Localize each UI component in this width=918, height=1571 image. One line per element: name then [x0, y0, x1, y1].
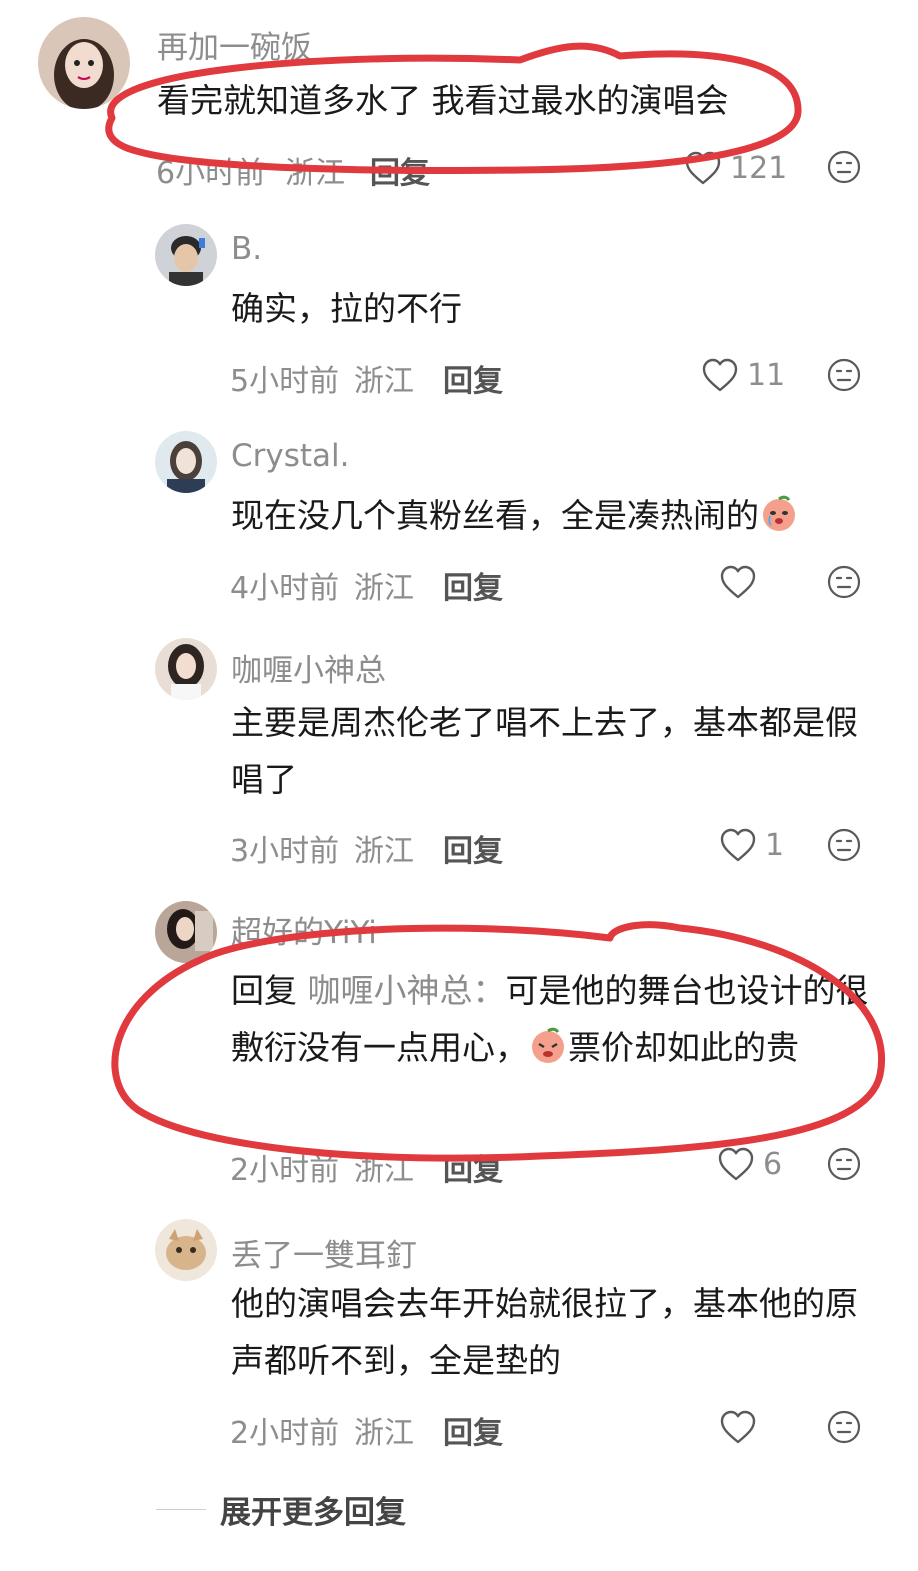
- username[interactable]: 再加一碗饭: [157, 22, 312, 67]
- dislike-button[interactable]: [827, 1410, 861, 1444]
- avatar[interactable]: [155, 431, 217, 493]
- reply-button[interactable]: 回复: [443, 563, 503, 607]
- comment-region: 浙江: [354, 1416, 414, 1451]
- crying-peach-emoji-icon: [532, 1027, 564, 1063]
- dislike-button[interactable]: [827, 150, 861, 184]
- comment-time: 4小时前: [230, 571, 340, 606]
- comment-text: 他的演唱会去年开始就很拉了，基本他的原声都听不到，全是垫的: [231, 1284, 858, 1380]
- frown-face-icon: [827, 565, 861, 599]
- expand-more-replies-button[interactable]: 展开更多回复: [220, 1487, 406, 1532]
- like-button[interactable]: 1: [719, 823, 784, 867]
- avatar[interactable]: [155, 638, 217, 700]
- like-button[interactable]: 11: [701, 353, 785, 397]
- heart-outline-icon: [702, 358, 738, 392]
- heart-outline-icon: [685, 151, 721, 185]
- heart-outline-icon: [718, 1147, 754, 1181]
- comment-time: 5小时前: [230, 364, 340, 399]
- avatar[interactable]: [155, 901, 217, 963]
- crying-peach-emoji-icon: [763, 495, 795, 531]
- frown-face-icon: [827, 1147, 861, 1181]
- username[interactable]: Crystal.: [231, 438, 350, 474]
- comment-text: 确实，拉的不行: [231, 289, 462, 328]
- comment-time: 2小时前: [230, 1416, 340, 1451]
- reply-button[interactable]: 回复: [443, 826, 503, 870]
- dislike-button[interactable]: [827, 565, 861, 599]
- reply-button[interactable]: 回复: [443, 356, 503, 400]
- avatar[interactable]: [155, 1219, 217, 1281]
- like-button[interactable]: 6: [717, 1142, 782, 1186]
- reply-button[interactable]: 回复: [443, 1145, 503, 1189]
- comment-region: 浙江: [354, 1153, 414, 1188]
- comment-region: 浙江: [285, 156, 345, 191]
- like-count: 6: [763, 1146, 783, 1182]
- comment-text-part2: 票价却如此的贵: [568, 1028, 799, 1067]
- comment-time: 6小时前: [156, 156, 266, 191]
- like-count: 11: [747, 357, 786, 393]
- mention-username[interactable]: 咖喱小神总: [308, 971, 473, 1010]
- username[interactable]: B.: [231, 231, 262, 267]
- comment-text: 主要是周杰伦老了唱不上去了，基本都是假唱了: [231, 703, 858, 799]
- comment-text: 回复 咖喱小神总：可是他的舞台也设计的很敷衍没有一点用心， 票价却如此的贵: [231, 962, 891, 1076]
- comment-region: 浙江: [354, 364, 414, 399]
- comment-text-content: 现在没几个真粉丝看，全是凑热闹的: [231, 496, 759, 535]
- avatar[interactable]: [155, 224, 217, 286]
- username[interactable]: 丢了一雙耳釘: [231, 1230, 417, 1275]
- comment-text: 现在没几个真粉丝看，全是凑热闹的: [231, 487, 799, 544]
- comment-time: 2小时前: [230, 1153, 340, 1188]
- dislike-button[interactable]: [827, 1147, 861, 1181]
- heart-outline-icon: [720, 828, 756, 862]
- like-button[interactable]: [719, 1405, 765, 1449]
- frown-face-icon: [827, 358, 861, 392]
- frown-face-icon: [827, 1410, 861, 1444]
- like-count: 121: [730, 150, 788, 186]
- reply-button[interactable]: 回复: [443, 1408, 503, 1452]
- mention-separator: ：: [472, 971, 506, 1010]
- comment-text: 看完就知道多水了 我看过最水的演唱会: [157, 81, 729, 120]
- like-count: 1: [765, 827, 785, 863]
- dislike-button[interactable]: [827, 358, 861, 392]
- username[interactable]: 超好的YiYi: [231, 907, 377, 952]
- heart-outline-icon: [720, 565, 756, 599]
- like-button[interactable]: [719, 560, 765, 604]
- like-button[interactable]: 121: [684, 146, 787, 190]
- avatar[interactable]: [38, 17, 130, 109]
- reply-button[interactable]: 回复: [370, 148, 430, 192]
- frown-face-icon: [827, 150, 861, 184]
- dislike-button[interactable]: [827, 828, 861, 862]
- comment-time: 3小时前: [230, 834, 340, 869]
- reply-prefix: 回复: [231, 971, 297, 1010]
- comment-region: 浙江: [354, 571, 414, 606]
- expand-divider: [156, 1509, 206, 1510]
- frown-face-icon: [827, 828, 861, 862]
- heart-outline-icon: [720, 1410, 756, 1444]
- comment-region: 浙江: [354, 834, 414, 869]
- username[interactable]: 咖喱小神总: [231, 645, 386, 690]
